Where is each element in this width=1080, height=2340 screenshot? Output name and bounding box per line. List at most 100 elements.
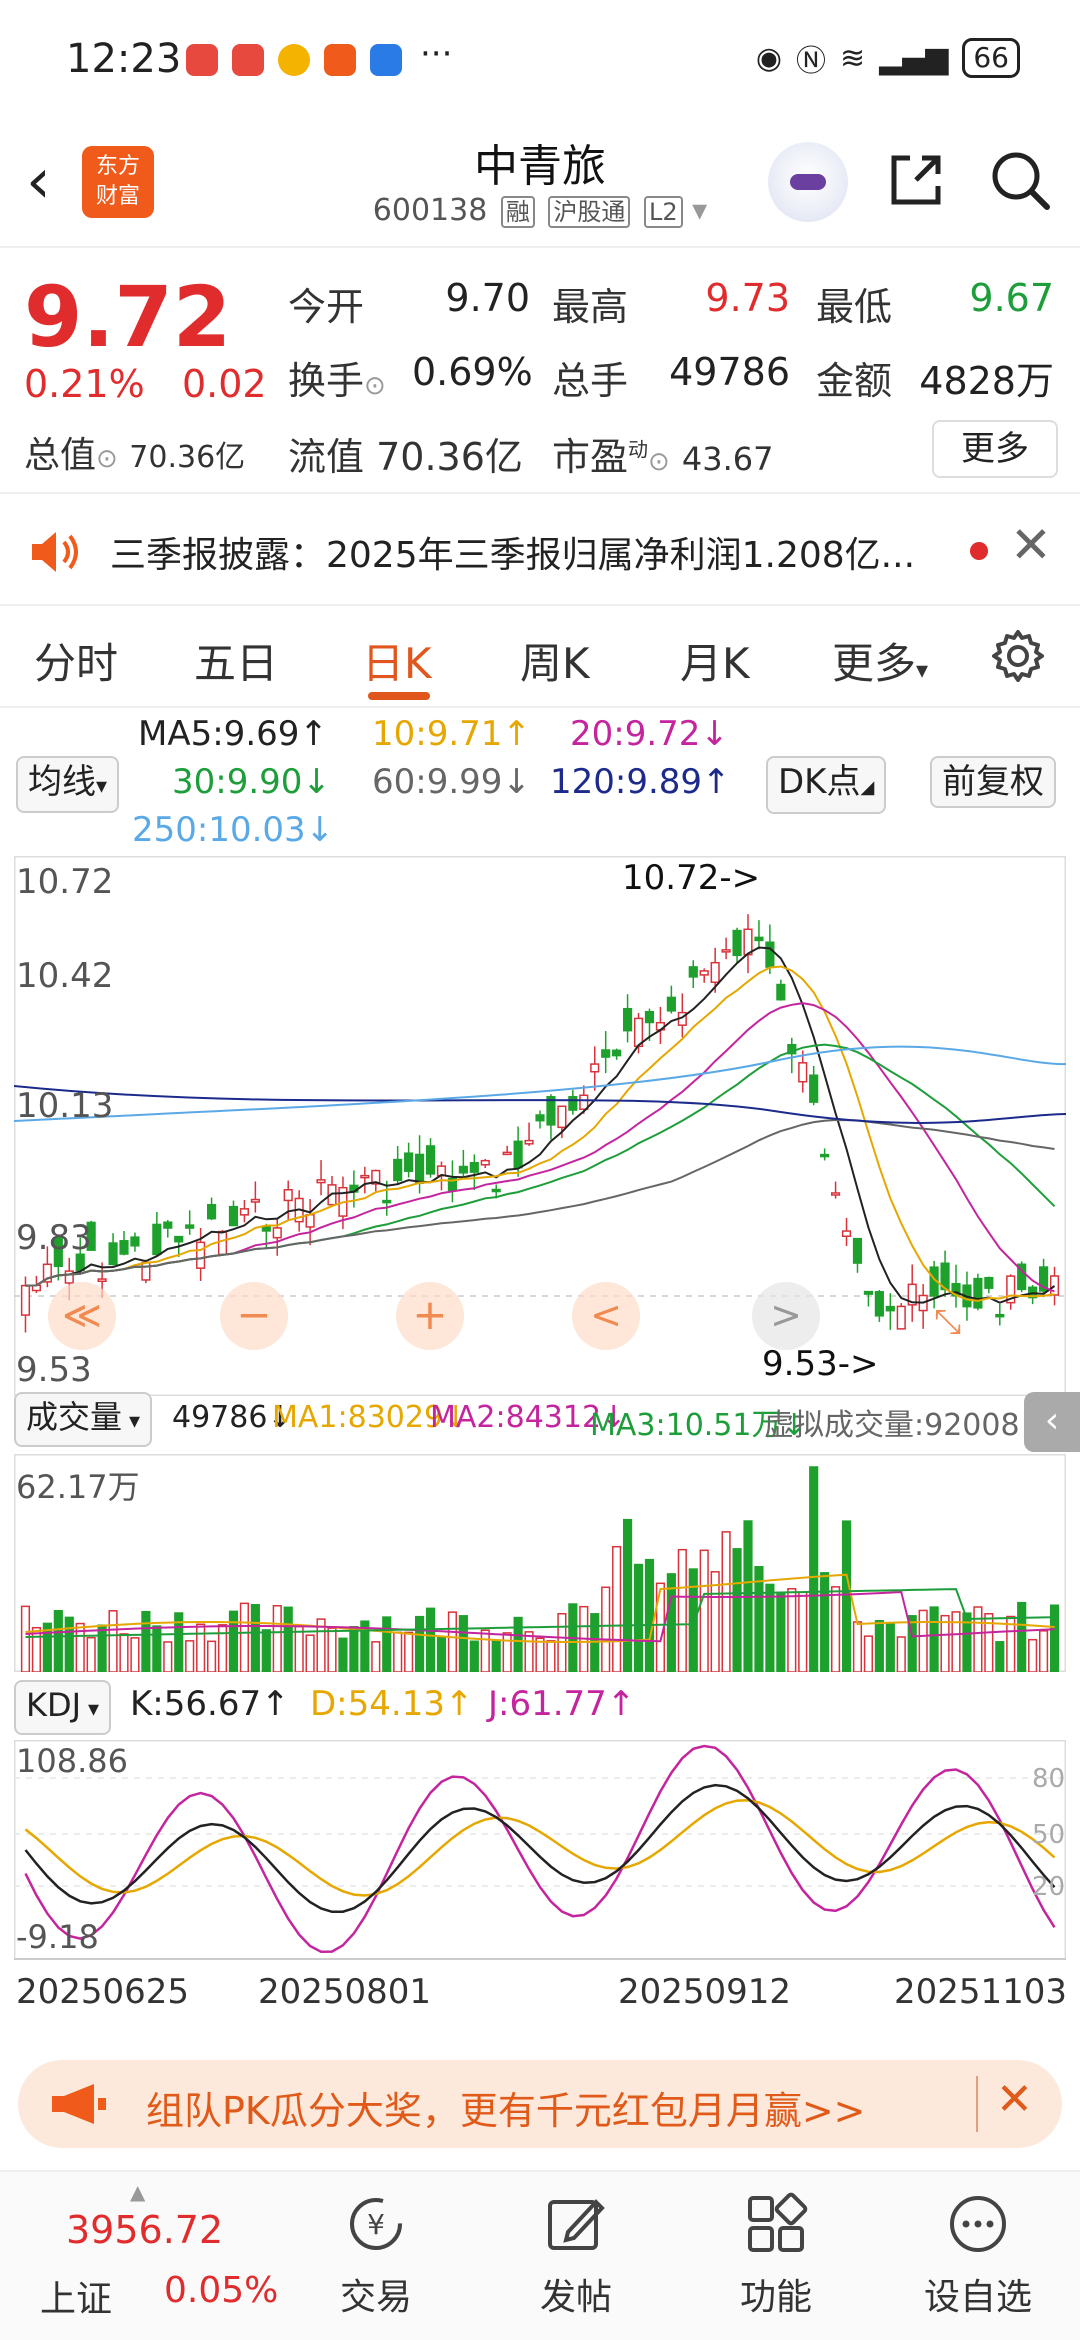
- kdj-level-label: 50: [1032, 1820, 1066, 1850]
- nav-functions[interactable]: 功能: [696, 2268, 856, 2320]
- candle: [425, 1145, 436, 1175]
- candle: [152, 1223, 162, 1256]
- close-icon[interactable]: ✕: [1010, 516, 1052, 574]
- volume-bar: [20, 1605, 31, 1673]
- nav-trade[interactable]: 交易: [296, 2268, 456, 2320]
- more-circle-icon[interactable]: [946, 2192, 1010, 2256]
- candle: [360, 1174, 370, 1179]
- y-axis-label: 9.83: [16, 1218, 92, 1258]
- volume-selector[interactable]: 成交量 ▾: [14, 1392, 153, 1447]
- active-tab-indicator: [368, 692, 430, 700]
- kdj-d-value: D:54.13↑: [310, 1684, 474, 1724]
- wifi-icon: ≋: [840, 40, 866, 76]
- close-icon[interactable]: ✕: [996, 2074, 1033, 2125]
- functions-icon[interactable]: [744, 2192, 808, 2256]
- volume-bar: [338, 1637, 348, 1673]
- volume-bar: [53, 1609, 63, 1673]
- kdj-max-label: 108.86: [16, 1742, 128, 1780]
- dk-point-button[interactable]: DK点◢: [766, 756, 887, 814]
- candle: [852, 1237, 863, 1264]
- volume-bar: [382, 1616, 392, 1673]
- nav-add-watchlist[interactable]: 设自选: [898, 2268, 1058, 2320]
- status-icons: ◉ Ⓝ ≋ ▂▄▆ 66: [756, 36, 1020, 80]
- candle: [174, 1235, 184, 1243]
- scroll-left-button[interactable]: <: [572, 1282, 640, 1350]
- amount-label: 金额: [816, 359, 893, 403]
- candle: [250, 1198, 260, 1203]
- candle: [458, 1165, 468, 1174]
- volume-bar: [119, 1633, 129, 1673]
- kline-chart[interactable]: 10.72 10.42 10.13 9.83 9.53 10.72-> 9.53…: [13, 855, 1067, 1397]
- low-label: 最低: [816, 285, 893, 329]
- trade-icon[interactable]: ¥: [344, 2192, 408, 2256]
- volume-bar: [776, 1591, 786, 1673]
- zoom-in-button[interactable]: +: [396, 1282, 464, 1350]
- scroll-right-button[interactable]: >: [752, 1282, 820, 1350]
- pe-ratio: 市盈动⊙ 43.67: [552, 435, 774, 479]
- tab-daily-k[interactable]: 日K: [362, 630, 432, 691]
- index-value[interactable]: 3956.72: [66, 2208, 223, 2252]
- nav-post[interactable]: 发帖: [496, 2268, 656, 2320]
- index-name[interactable]: 上证: [40, 2270, 112, 2322]
- volume-bar: [469, 1640, 479, 1673]
- promo-banner[interactable]: 组队PK瓜分大奖，更有千元红包月月赢>> ✕: [18, 2060, 1062, 2148]
- candle: [239, 1208, 250, 1216]
- volume-bar: [535, 1637, 545, 1673]
- indicator-selector[interactable]: KDJ ▾: [14, 1680, 112, 1735]
- volume-bar: [1038, 1630, 1049, 1673]
- tab-more[interactable]: 更多▾: [832, 630, 928, 691]
- ai-assistant-icon[interactable]: [768, 142, 848, 222]
- eastmoney-logo[interactable]: 东方 财富: [82, 146, 154, 218]
- volume-bar: [185, 1640, 195, 1673]
- post-icon[interactable]: [544, 2192, 608, 2256]
- amount-value: 4828万: [919, 359, 1054, 403]
- tab-five-day[interactable]: 五日: [194, 630, 278, 691]
- settings-gear-icon[interactable]: [990, 628, 1046, 684]
- volume-bar: [699, 1549, 709, 1673]
- volume-bar: [436, 1635, 447, 1673]
- tab-intraday[interactable]: 分时: [34, 630, 118, 691]
- tab-weekly-k[interactable]: 周K: [520, 630, 590, 691]
- share-icon[interactable]: [886, 150, 946, 210]
- open-value: 9.70: [445, 276, 530, 320]
- expand-icon[interactable]: ⤡: [934, 1302, 961, 1342]
- more-button[interactable]: 更多: [932, 420, 1058, 478]
- candle: [830, 1192, 841, 1196]
- tab-monthly-k[interactable]: 月K: [680, 630, 750, 691]
- back-icon[interactable]: ‹: [26, 146, 51, 216]
- scroll-start-button[interactable]: ≪: [48, 1282, 116, 1350]
- ma-selector[interactable]: 均线▾: [16, 756, 120, 813]
- volume-label: 总手: [552, 359, 629, 403]
- candle: [228, 1205, 239, 1227]
- y-axis-label: 10.13: [16, 1086, 114, 1126]
- stock-name: 中青旅: [474, 141, 606, 192]
- divider: [976, 2076, 978, 2132]
- more-notifications-icon: ···: [420, 34, 453, 74]
- index-change[interactable]: 0.05%: [164, 2270, 278, 2311]
- volume-bar: [973, 1606, 983, 1673]
- volume-canvas: [13, 1453, 1067, 1673]
- stock-code-row[interactable]: 600138 融 沪股通 L2 ▾: [330, 192, 750, 228]
- candle: [612, 1049, 622, 1057]
- search-icon[interactable]: [988, 148, 1052, 212]
- kdj-j-value: J:61.77↑: [488, 1684, 636, 1724]
- kdj-level-label: 20: [1032, 1872, 1066, 1902]
- collapse-panel-icon[interactable]: ‹: [1024, 1392, 1080, 1452]
- price-adjust-button[interactable]: 前复权: [930, 756, 1056, 808]
- candle: [20, 1284, 31, 1316]
- volume-chart[interactable]: 62.17万: [13, 1453, 1067, 1673]
- candle: [535, 1114, 545, 1122]
- volume-bar: [283, 1606, 293, 1673]
- kdj-chart[interactable]: 108.86 -9.18 80 50 20: [13, 1739, 1067, 1961]
- zoom-out-button[interactable]: −: [220, 1282, 288, 1350]
- volume-bar: [480, 1629, 490, 1673]
- volume-bar: [196, 1623, 206, 1673]
- volume-bar: [163, 1641, 173, 1673]
- volume-bar: [1017, 1601, 1027, 1673]
- candle: [568, 1096, 578, 1111]
- candle: [130, 1236, 140, 1247]
- announcement-bar[interactable]: 三季报披露：2025年三季报归属净利润1.208亿... ✕: [0, 496, 1080, 606]
- candle: [1049, 1275, 1060, 1296]
- candle: [414, 1153, 425, 1184]
- candle: [141, 1261, 151, 1281]
